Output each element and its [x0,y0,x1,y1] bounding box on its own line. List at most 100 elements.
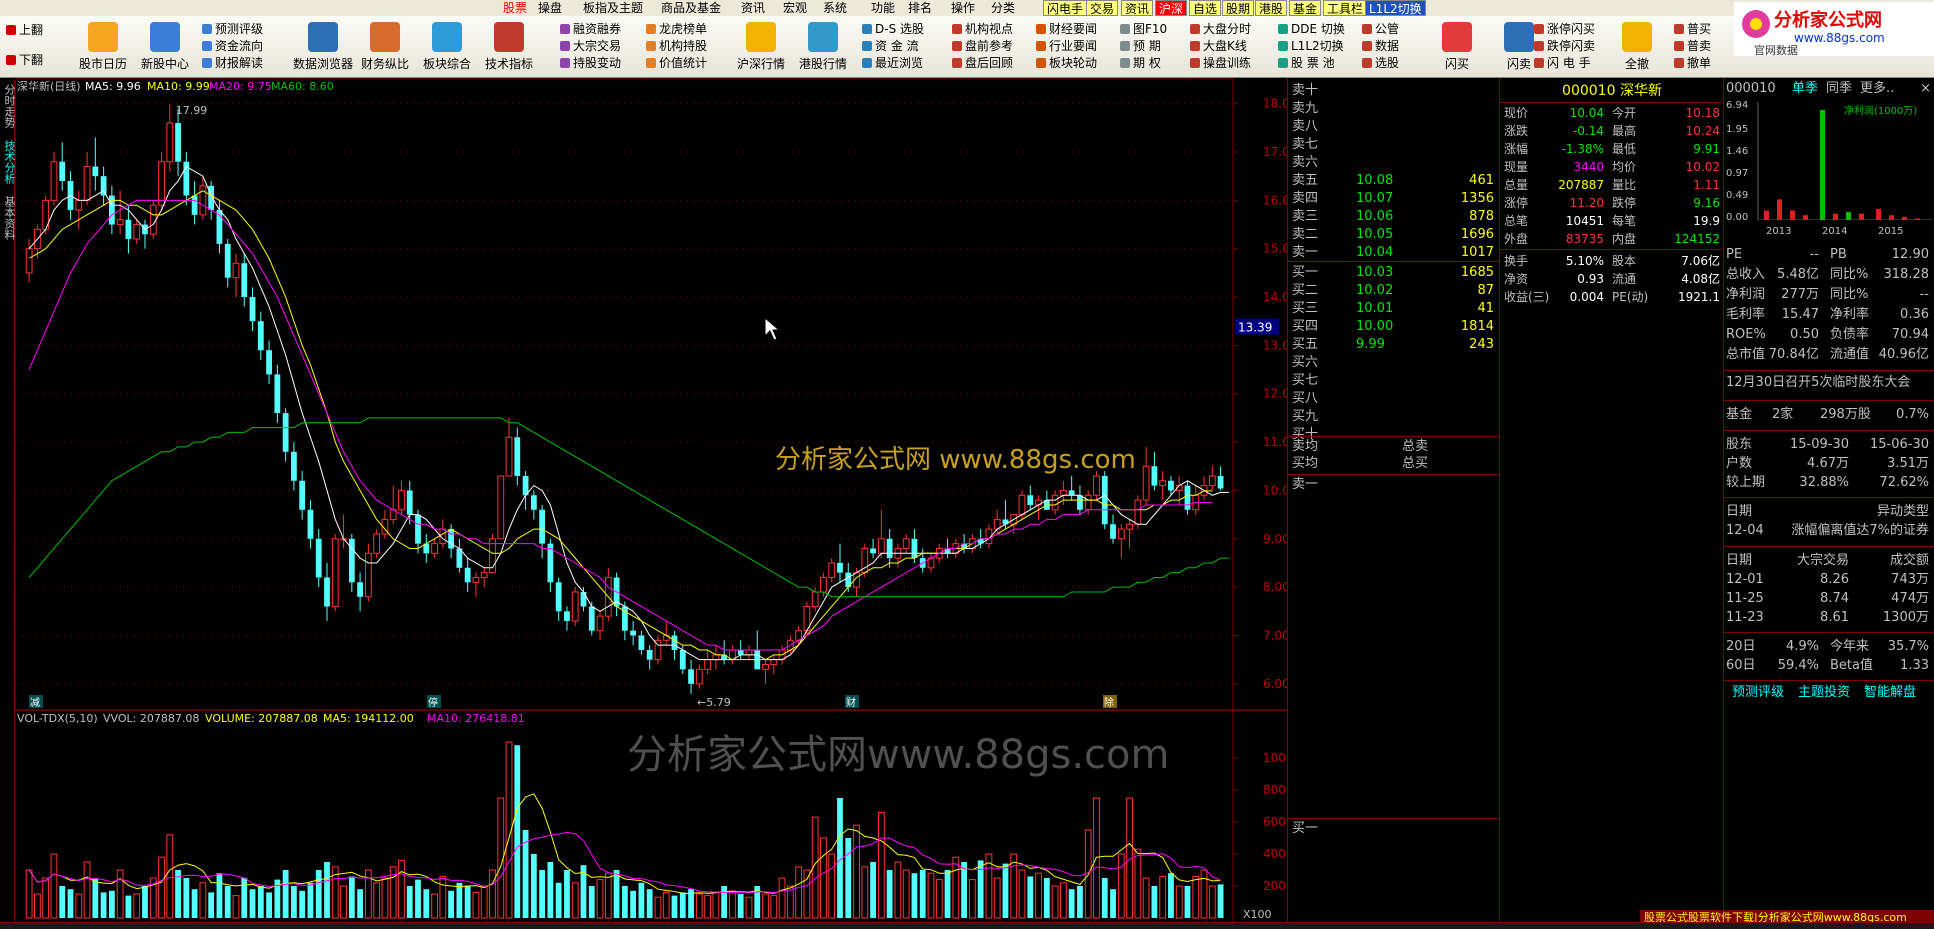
tb-col11-1[interactable]: 跌停闪卖 [1534,38,1595,55]
tb-col8-1[interactable]: 大盘K线 [1190,38,1247,55]
ask-row[interactable]: 卖二 10.05 1696 [1292,226,1496,244]
tb-col10-1[interactable]: 数据 [1362,38,1399,55]
tb-col11-0[interactable]: 涨停闪买 [1534,21,1595,38]
tb-col7-1[interactable]: 预 期 [1120,38,1161,55]
bid-row[interactable]: 买二 10.02 87 [1292,282,1496,300]
menu-item-6[interactable]: 系统 [820,0,850,16]
ipo-center-button[interactable]: 新股中心 [134,22,196,76]
page-down-button[interactable]: 下翻 [6,52,43,69]
tb-col1-0[interactable]: 预测评级 [202,21,263,38]
menu-item-7[interactable]: 功能 [868,0,898,16]
f10-link-0[interactable]: 预测评级 [1732,684,1784,702]
tb-col3-1[interactable]: 机构持股 [646,38,707,55]
bid-row[interactable]: 买七 [1292,372,1496,390]
bid-row[interactable]: 买六 [1292,354,1496,372]
tb-col9-2[interactable]: 股 票 池 [1278,55,1335,72]
close-icon[interactable]: × [1920,80,1931,98]
menu-item-3[interactable]: 商品及基金 [658,0,724,16]
tb-col3-2[interactable]: 价值统计 [646,55,707,72]
tb-col6-1[interactable]: 行业要闻 [1036,38,1097,55]
tb-col12-2[interactable]: 撤单 [1674,55,1711,72]
f10-tab-1[interactable]: 同季 [1826,80,1852,98]
tb-col9-1[interactable]: L1L2切换 [1278,38,1344,55]
tb-col10-0[interactable]: 公管 [1362,21,1399,38]
tb-col7-0[interactable]: 图F10 [1120,21,1167,38]
bid-row[interactable]: 买五 9.99 243 [1292,336,1496,354]
tb-col2-1[interactable]: 大宗交易 [560,38,621,55]
kline-svg[interactable]: 18.00 17.00 16.00 15.00 14.00 13.00 12.00 11.00… [14,77,1301,922]
menu-item-2[interactable]: 板指及主题 [580,0,646,16]
bid-row[interactable]: 买四 10.00 1814 [1292,318,1496,336]
notice[interactable]: 12月30日召开5次临时股东大会 [1726,374,1910,392]
tb-col8-2[interactable]: 操盘训练 [1190,55,1251,72]
menu-item-19[interactable]: 工具栏 [1323,0,1368,16]
tb-col6-2[interactable]: 板块轮动 [1036,55,1097,72]
ask-row[interactable]: 卖九 [1292,100,1496,118]
tb-col2-0[interactable]: 融资融券 [560,21,621,38]
bid-row[interactable]: 买九 [1292,408,1496,426]
tb-col7-2[interactable]: 期 权 [1120,55,1161,72]
ask-row[interactable]: 卖三 10.06 878 [1292,208,1496,226]
menu-item-16[interactable]: 股期 [1222,0,1255,16]
bid-row[interactable]: 买三 10.01 41 [1292,300,1496,318]
tb-big3-1[interactable]: 港股行情 [792,22,854,76]
page-up-button[interactable]: 上翻 [6,22,43,39]
tb-col3-0[interactable]: 龙虎榜单 [646,21,707,38]
tb-col8-0[interactable]: 大盘分时 [1190,21,1251,38]
tb-col6-0[interactable]: 财经要闻 [1036,21,1097,38]
tb-big2-0[interactable]: 数据浏览器 [292,22,354,76]
menu-item-5[interactable]: 宏观 [780,0,810,16]
ask-row[interactable]: 卖四 10.07 1356 [1292,190,1496,208]
tb-col2-2[interactable]: 持股变动 [560,55,621,72]
tb-big3-0[interactable]: 沪深行情 [730,22,792,76]
menu-item-1[interactable]: 操盘 [535,0,565,16]
volume-bar [555,882,562,918]
ask-row[interactable]: 卖五 10.08 461 [1292,172,1496,190]
menu-item-12[interactable]: 交易 [1086,0,1119,16]
menu-item-9[interactable]: 操作 [948,0,978,16]
tb-big2-3[interactable]: 技术指标 [478,22,540,76]
tb-col4-0[interactable]: D-S 选股 [862,21,924,38]
tb-col9-0[interactable]: DDE 切换 [1278,21,1345,38]
tb-col1-1[interactable]: 资金流向 [202,38,263,55]
tb-big5-0[interactable]: 全撤 [1606,22,1668,76]
tb-col4-2[interactable]: 最近浏览 [862,55,923,72]
menu-item-0[interactable]: 股票 [500,0,530,16]
ask-row[interactable]: 卖八 [1292,118,1496,136]
tb-col12-0[interactable]: 普买 [1674,21,1711,38]
tb-col1-2[interactable]: 财报解读 [202,55,263,72]
bid-row[interactable]: 买八 [1292,390,1496,408]
f10-tab-2[interactable]: 更多.. [1860,80,1894,98]
menu-item-11[interactable]: 闪电手 [1043,0,1088,16]
quote-label: 涨停 [1504,196,1529,210]
tb-col5-1[interactable]: 盘前参考 [952,38,1013,55]
tb-big4-0[interactable]: 闪买 [1426,22,1488,76]
stock-calendar-button[interactable]: 股市日历 [72,22,134,76]
f10-link-1[interactable]: 主题投资 [1798,684,1850,702]
menu-item-10[interactable]: 分类 [988,0,1018,16]
bid-row[interactable]: 买一 10.03 1685 [1292,264,1496,282]
tb-col11-2[interactable]: 闪 电 手 [1534,55,1591,72]
tb-col12-1[interactable]: 普卖 [1674,38,1711,55]
tb-col4-1[interactable]: 资 金 流 [862,38,919,55]
ask-row[interactable]: 卖十 [1292,82,1496,100]
kline-chart[interactable]: 18.00 17.00 16.00 15.00 14.00 13.00 12.00 11.00… [14,77,1301,922]
menu-item-14[interactable]: 沪深 [1155,0,1188,16]
ask-row[interactable]: 卖七 [1292,136,1496,154]
menu-item-17[interactable]: 港股 [1255,0,1288,16]
menu-item-15[interactable]: 自选 [1189,0,1222,16]
tb-big2-2[interactable]: 板块综合 [416,22,478,76]
tb-col5-0[interactable]: 机构视点 [952,21,1013,38]
ask-row[interactable]: 卖一 10.04 1017 [1292,244,1496,262]
menu-item-20[interactable]: L1L2切换 [1365,0,1426,16]
menu-item-8[interactable]: 排名 [905,0,935,16]
tb-col10-2[interactable]: 选股 [1362,55,1399,72]
f10-tab-0[interactable]: 单季 [1792,80,1818,98]
menu-item-18[interactable]: 基金 [1289,0,1322,16]
menu-item-13[interactable]: 资讯 [1121,0,1154,16]
ask-row[interactable]: 卖六 [1292,154,1496,172]
tb-big2-1[interactable]: 财务纵比 [354,22,416,76]
menu-item-4[interactable]: 资讯 [738,0,768,16]
tb-col5-2[interactable]: 盘后回顾 [952,55,1013,72]
f10-link-2[interactable]: 智能解盘 [1864,684,1916,702]
